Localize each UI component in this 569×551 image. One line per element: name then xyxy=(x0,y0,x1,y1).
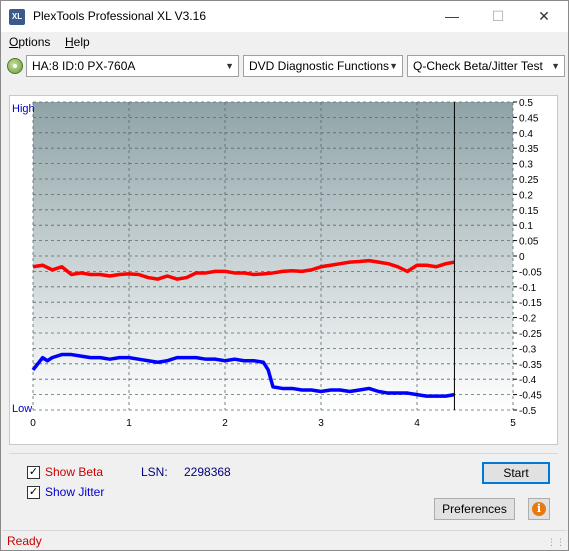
function-select[interactable]: DVD Diagnostic Functions ▼ xyxy=(243,55,403,77)
status-bar: Ready ⋮⋮ xyxy=(2,530,567,550)
start-button[interactable]: Start xyxy=(482,462,550,484)
resize-grip-icon[interactable]: ⋮⋮ xyxy=(547,537,565,548)
y-tick-label: -0.35 xyxy=(519,360,542,371)
y-tick-label: 0.25 xyxy=(519,175,539,186)
x-tick-label: 4 xyxy=(414,418,420,429)
control-panel: ✓ Show Beta ✓ Show Jitter LSN: 2298368 S… xyxy=(9,453,558,525)
y-tick-label: -0.3 xyxy=(519,344,537,355)
show-jitter-text: Show Jitter xyxy=(45,485,105,499)
maximize-icon: ☐ xyxy=(491,8,505,24)
chevron-down-icon: ▼ xyxy=(225,61,234,71)
x-tick-label: 1 xyxy=(126,418,132,429)
maximize-button[interactable]: ☐ xyxy=(475,1,521,31)
x-tick-label: 3 xyxy=(318,418,324,429)
show-jitter-label[interactable]: Show Jitter xyxy=(45,485,104,499)
drive-disc-icon xyxy=(7,58,23,74)
show-beta-text: Show Beta xyxy=(45,465,104,479)
y-tick-label: -0.45 xyxy=(519,391,542,402)
checkmark-icon: ✓ xyxy=(28,486,39,498)
info-icon: i xyxy=(532,502,546,516)
y-tick-label: -0.4 xyxy=(519,375,537,386)
high-label: High xyxy=(12,103,35,115)
lsn-label: LSN: xyxy=(141,465,168,479)
xl-app-icon: XL xyxy=(9,9,25,25)
menu-options-rest: ptions xyxy=(18,35,51,49)
y-tick-label: -0.5 xyxy=(519,406,537,417)
y-tick-label: -0.15 xyxy=(519,298,542,309)
lsn-value: 2298368 xyxy=(184,465,231,479)
y-tick-label: -0.1 xyxy=(519,283,537,294)
preferences-button[interactable]: Preferences xyxy=(434,498,515,520)
close-button[interactable]: ✕ xyxy=(521,1,567,31)
checkmark-icon: ✓ xyxy=(28,466,39,478)
chevron-down-icon: ▼ xyxy=(389,61,398,71)
y-tick-label: 0.5 xyxy=(519,98,533,109)
function-select-value: DVD Diagnostic Functions xyxy=(249,59,390,73)
test-select[interactable]: Q-Check Beta/Jitter Test ▼ xyxy=(407,55,565,77)
chevron-down-icon: ▼ xyxy=(551,61,560,71)
y-tick-label: 0.2 xyxy=(519,190,533,201)
minimize-icon: — xyxy=(445,8,459,24)
close-icon: ✕ xyxy=(538,8,550,24)
info-button[interactable]: i xyxy=(528,498,550,520)
y-tick-label: -0.25 xyxy=(519,329,542,340)
y-tick-label: 0.3 xyxy=(519,160,533,171)
chart-grid xyxy=(32,101,514,411)
y-tick-label: 0.05 xyxy=(519,237,539,248)
start-button-label: Start xyxy=(503,466,529,480)
menu-bar: Options Help xyxy=(1,32,568,52)
window-title: PlexTools Professional XL V3.16 xyxy=(33,9,206,23)
preferences-button-label: Preferences xyxy=(442,502,507,516)
app-window: XL PlexTools Professional XL V3.16 — ☐ ✕… xyxy=(0,0,569,551)
title-bar: XL PlexTools Professional XL V3.16 — ☐ ✕ xyxy=(1,1,568,32)
menu-help[interactable]: Help xyxy=(65,35,90,49)
show-jitter-checkbox[interactable]: ✓ xyxy=(27,486,40,499)
menu-help-rest: elp xyxy=(73,35,90,49)
y-tick-label: 0.15 xyxy=(519,206,539,217)
chart-panel: 0.5 0.45 0.4 0.35 0.3 0.25 0.2 0.15 0.1 0.05 0 -0.0… xyxy=(9,95,558,445)
y-tick-label: 0.35 xyxy=(519,144,539,155)
y-tick-label: 0 xyxy=(519,252,525,263)
minimize-button[interactable]: — xyxy=(429,1,475,31)
x-tick-label: 5 xyxy=(510,418,516,429)
y-tick-label: 0.4 xyxy=(519,129,533,140)
status-text: Ready xyxy=(7,534,42,548)
y-tick-labels: 0.5 0.45 0.4 0.35 0.3 0.25 0.2 0.15 0.1 0.05 0 -0.0… xyxy=(513,98,542,417)
drive-select-value: HA:8 ID:0 PX-760A xyxy=(32,59,136,73)
show-beta-checkbox[interactable]: ✓ xyxy=(27,466,40,479)
y-tick-label: -0.05 xyxy=(519,267,542,278)
y-tick-label: 0.45 xyxy=(519,113,539,124)
test-select-value: Q-Check Beta/Jitter Test xyxy=(413,59,543,73)
drive-select[interactable]: HA:8 ID:0 PX-760A ▼ xyxy=(26,55,239,77)
menu-help-accel: H xyxy=(65,35,74,49)
x-tick-labels: 0 1 2 3 4 5 xyxy=(30,418,516,429)
y-tick-label: -0.2 xyxy=(519,314,537,325)
low-label: Low xyxy=(12,403,32,415)
y-tick-label: 0.1 xyxy=(519,221,533,232)
x-tick-label: 0 xyxy=(30,418,36,429)
x-tick-label: 2 xyxy=(222,418,228,429)
beta-jitter-chart: 0.5 0.45 0.4 0.35 0.3 0.25 0.2 0.15 0.1 0.05 0 -0.0… xyxy=(12,98,542,429)
toolbar: HA:8 ID:0 PX-760A ▼ DVD Diagnostic Funct… xyxy=(1,53,568,80)
show-beta-label[interactable]: Show Beta xyxy=(45,465,103,479)
menu-options-accel: O xyxy=(9,35,19,49)
menu-options[interactable]: Options xyxy=(9,35,50,49)
